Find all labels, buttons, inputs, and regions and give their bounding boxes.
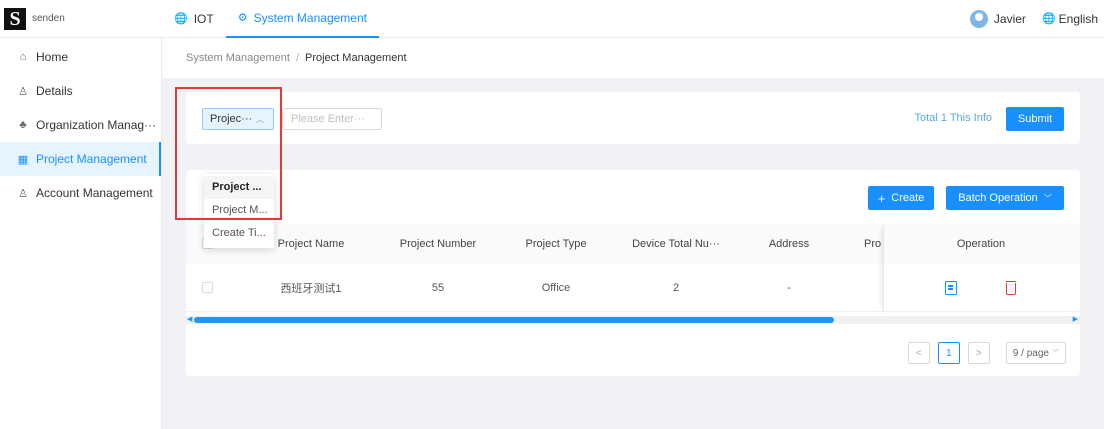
topnav-system-label: System Management [253,10,367,25]
col-address: Address [768,238,810,250]
create-button-label: Create [891,192,925,204]
scroll-left-icon[interactable]: ◀ [187,316,192,324]
submit-button[interactable]: Submit [1006,107,1064,131]
globe-icon: 🌐 [174,13,188,25]
row-checkbox[interactable] [202,282,213,293]
sidebar-item-organization[interactable]: ♣ Organization Manag··· [0,108,161,142]
scrollbar-thumb[interactable] [194,317,834,323]
dropdown-option-create-time[interactable]: Create Ti... [204,222,274,245]
breadcrumb-current: Project Management [305,52,407,64]
cell-project-type: Office [541,281,571,294]
sidebar-item-label: Project Management [36,152,147,166]
cell-project-number: 55 [431,281,445,294]
scroll-right-icon[interactable]: ▶ [1073,316,1078,324]
sidebar-item-details[interactable]: ♙ Details [0,74,161,108]
topnav-iot-label: IOT [193,11,214,26]
table-card: + Create Batch Operation ﹀ Project Name … [186,170,1080,376]
pagination: < 1 > 9 / page ﹀ [907,342,1066,364]
col-pro: Pro [864,238,882,250]
next-page-button[interactable]: > [967,342,990,364]
user-name: Javier [993,11,1026,26]
sidebar-item-account-management[interactable]: ♙ Account Management [0,176,161,210]
breadcrumb: System Management / Project Management [162,38,1104,78]
gear-icon: ⚙ [237,12,248,24]
sidebar-item-label: Home [36,50,69,64]
org-tree-icon: ♣ [19,119,27,131]
batch-operation-label: Batch Operation [958,192,1038,204]
globe-icon: 🌐 [1041,13,1056,25]
brand[interactable]: S senden [0,0,162,38]
total-info: Total 1 This Info [914,112,992,124]
sidebar-item-label: Organization Manag··· [36,118,157,132]
grid-icon: ▦ [17,153,29,166]
batch-operation-button[interactable]: Batch Operation ﹀ [946,186,1064,210]
breadcrumb-separator: / [295,52,299,64]
horizontal-scrollbar[interactable]: ◀ ▶ [186,316,1080,324]
annotation-highlight-box [175,87,282,220]
main-content: System Management / Project Management P… [162,38,1104,429]
cell-device-total: 2 [672,281,680,294]
user-icon: ♙ [18,187,28,200]
fixed-column-divider [883,224,1080,312]
user-menu[interactable]: Javier [969,9,1026,28]
sidebar: ⌂ Home ♙ Details ♣ Organization Manag···… [0,38,162,429]
col-project-type: Project Type [525,238,587,250]
col-project-name: Project Name [277,238,345,250]
create-button[interactable]: + Create [868,186,934,210]
search-input[interactable] [282,108,382,130]
top-right: Javier 🌐 English [969,9,1104,28]
avatar [969,9,988,28]
chevron-down-icon: ﹀ [1043,193,1052,203]
home-icon: ⌂ [19,51,27,63]
prev-page-button[interactable]: < [907,342,930,364]
topnav-system-management[interactable]: ⚙ System Management [225,0,379,38]
page-number[interactable]: 1 [937,342,960,364]
plus-icon: + [877,190,886,206]
top-nav: 🌐 IOT ⚙ System Management [162,0,379,38]
col-device-total: Device Total Nu··· [632,238,720,250]
cell-project-name: 西班牙测试1 [280,282,342,295]
user-details-icon: ♙ [18,85,28,98]
language-switch[interactable]: 🌐 English [1042,12,1098,26]
col-project-number: Project Number [399,238,477,250]
page-size-select[interactable]: 9 / page ﹀ [1005,342,1066,364]
top-bar: S senden 🌐 IOT ⚙ System Management Javie… [0,0,1104,38]
brand-name: senden [32,13,65,24]
logo: S [4,7,26,30]
sidebar-item-project-management[interactable]: ▦ Project Management [0,142,161,176]
language-label: English [1058,11,1098,26]
page-size-value: 9 / page [1012,347,1049,359]
sidebar-item-label: Details [36,84,73,98]
breadcrumb-parent[interactable]: System Management [186,52,290,64]
filter-card: Projec··· ︿ Total 1 This Info Submit [186,92,1080,144]
chevron-down-icon: ﹀ [1052,350,1059,357]
sidebar-item-home[interactable]: ⌂ Home [0,40,161,74]
sidebar-item-label: Account Management [36,186,153,200]
topnav-iot[interactable]: 🌐 IOT [162,0,226,38]
cell-address: - [787,281,791,294]
